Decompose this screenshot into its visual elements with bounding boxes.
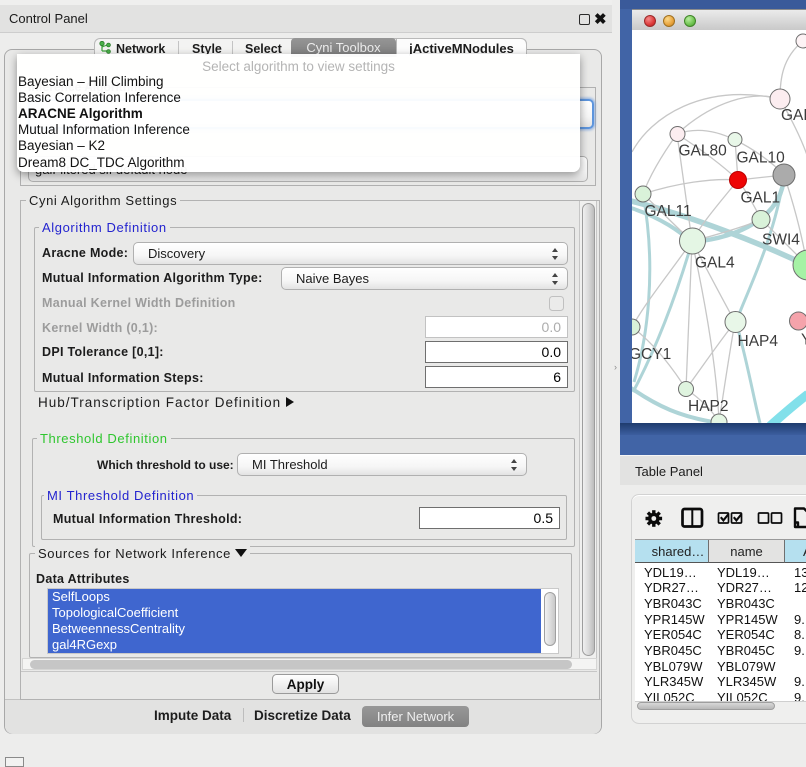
svg-text:Y: Y [801,332,806,349]
svg-text:GAL11: GAL11 [645,203,692,220]
svg-text:GAL4: GAL4 [695,255,735,272]
svg-text:SWI4: SWI4 [762,232,800,249]
svg-text:GAL7: GAL7 [781,107,806,124]
svg-text:GAL1: GAL1 [741,190,781,207]
svg-text:GAL10: GAL10 [737,150,786,167]
svg-text:HAP2: HAP2 [688,398,729,415]
svg-text:HAP4: HAP4 [738,333,779,350]
svg-text:GAL80: GAL80 [679,143,728,160]
svg-text:GCY1: GCY1 [632,346,671,363]
